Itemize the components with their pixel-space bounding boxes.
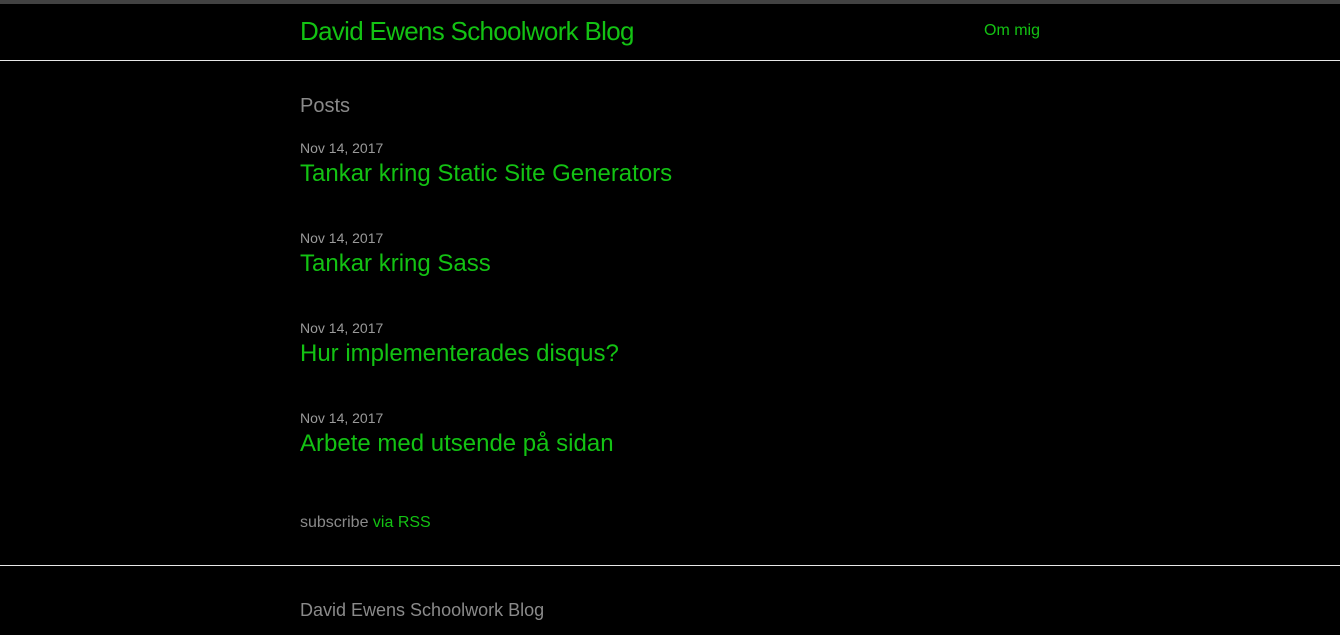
site-footer: David Ewens Schoolwork Blog — [0, 565, 1340, 635]
post-date: Nov 14, 2017 — [300, 140, 384, 156]
post-item: Nov 14, 2017 Hur implementerades disqus? — [300, 320, 1040, 380]
post-link[interactable]: Hur implementerades disqus? — [300, 340, 619, 368]
rss-subscribe: subscribe via RSS — [300, 513, 431, 533]
post-item: Nov 14, 2017 Arbete med utsende på sidan — [300, 410, 1040, 470]
post-link[interactable]: Tankar kring Static Site Generators — [300, 160, 672, 188]
post-link[interactable]: Arbete med utsende på sidan — [300, 430, 614, 458]
site-title-link[interactable]: David Ewens Schoolwork Blog — [300, 16, 634, 46]
post-item: Nov 14, 2017 Tankar kring Sass — [300, 230, 1040, 290]
post-link[interactable]: Tankar kring Sass — [300, 250, 491, 278]
post-date: Nov 14, 2017 — [300, 410, 384, 426]
footer-title: David Ewens Schoolwork Blog — [300, 600, 545, 620]
post-item: Nov 14, 2017 Tankar kring Static Site Ge… — [300, 140, 1040, 200]
nav-link-om-mig[interactable]: Om mig — [984, 21, 1040, 41]
site-header: David Ewens Schoolwork Blog Om mig — [0, 4, 1340, 61]
rss-link[interactable]: via RSS — [373, 514, 431, 531]
post-date: Nov 14, 2017 — [300, 320, 384, 336]
rss-subscribe-prefix: subscribe — [300, 514, 373, 531]
posts-heading: Posts — [300, 95, 351, 117]
post-date: Nov 14, 2017 — [300, 230, 384, 246]
